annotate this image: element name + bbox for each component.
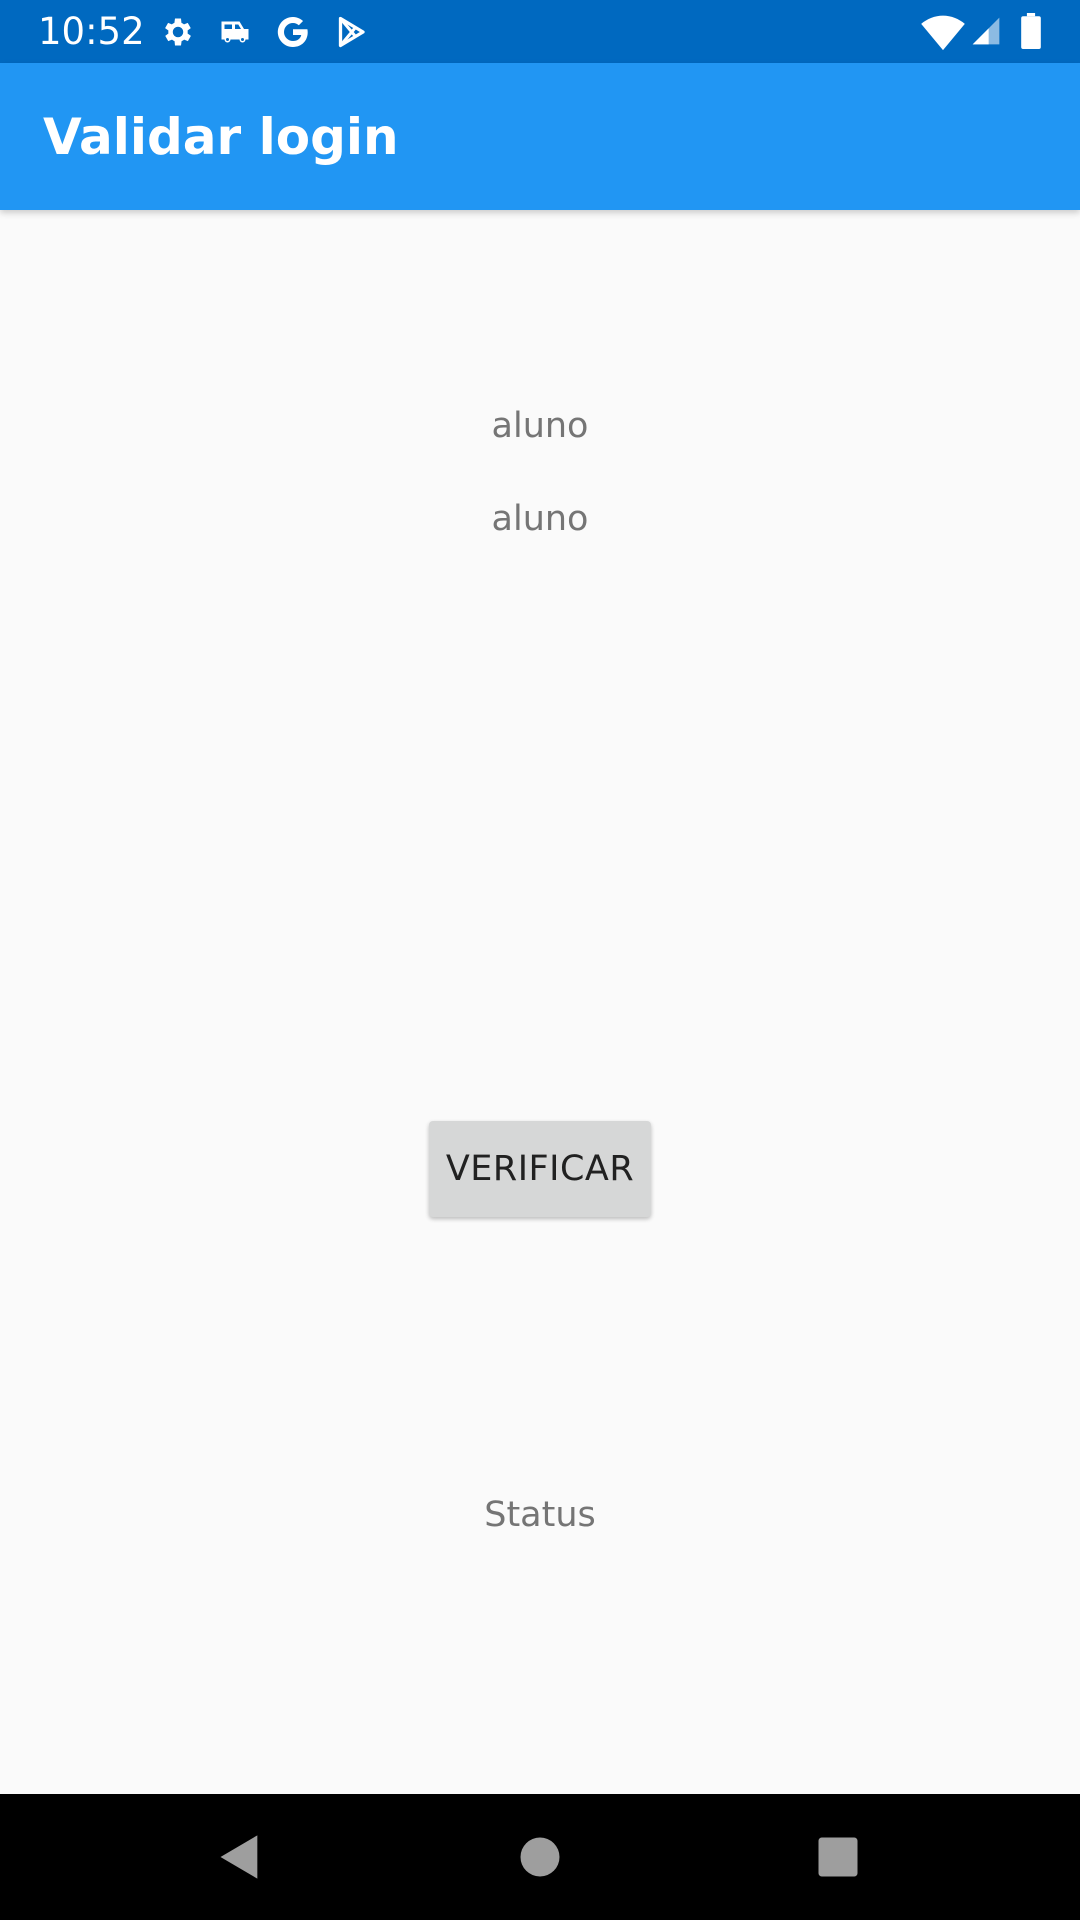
user-field[interactable]: aluno	[0, 404, 1080, 448]
page-title: Validar login	[43, 108, 399, 166]
app-bar: Validar login	[0, 63, 1080, 210]
gear-icon	[160, 14, 196, 50]
status-time: 10:52	[38, 10, 145, 53]
back-icon[interactable]	[214, 1831, 266, 1883]
battery-icon	[1020, 13, 1042, 49]
wifi-icon	[921, 12, 965, 52]
navigation-bar	[0, 1794, 1080, 1920]
verify-button[interactable]: VERIFICAR	[429, 1121, 651, 1217]
status-bar: 10:52	[0, 0, 1080, 63]
car-icon	[217, 14, 253, 50]
signal-icon	[970, 14, 1002, 48]
play-store-icon	[333, 14, 369, 50]
home-icon[interactable]	[514, 1831, 566, 1883]
password-field[interactable]: aluno	[0, 497, 1080, 541]
recents-icon[interactable]	[812, 1831, 864, 1883]
screen: 10:52 Validar login aluno aluno VERIFICA…	[0, 0, 1080, 1920]
status-label: Status	[484, 1495, 596, 1535]
google-icon	[275, 14, 311, 50]
